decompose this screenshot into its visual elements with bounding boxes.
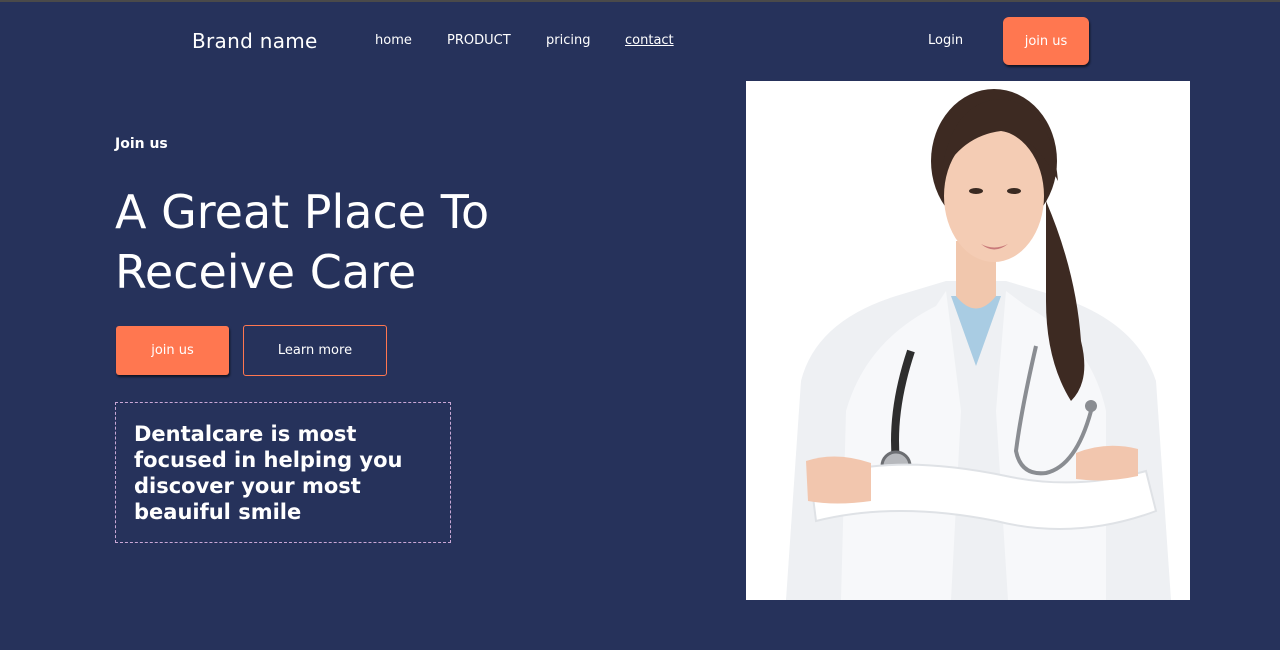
hero-join-button[interactable]: join us — [116, 326, 229, 375]
hero-eyebrow: Join us — [115, 136, 168, 152]
hero-headline-line-2: Receive Care — [115, 245, 417, 299]
doctor-photo — [746, 81, 1190, 600]
nav-link-pricing[interactable]: pricing — [546, 33, 590, 48]
nav-link-contact[interactable]: contact — [625, 33, 674, 48]
learn-more-button[interactable]: Learn more — [243, 325, 387, 376]
brand-logo[interactable]: Brand name — [192, 29, 318, 53]
tagline-box: Dentalcare is most focused in helping yo… — [115, 402, 451, 543]
hero-headline: A Great Place To Receive Care — [115, 182, 595, 302]
header-join-button[interactable]: join us — [1003, 17, 1089, 65]
nav-link-home[interactable]: home — [375, 33, 412, 48]
login-link[interactable]: Login — [928, 33, 963, 48]
tagline-text: Dentalcare is most focused in helping yo… — [134, 422, 403, 524]
nav-link-product[interactable]: PRODUCT — [447, 33, 511, 48]
hero-headline-line-1: A Great Place To — [115, 185, 490, 239]
doctor-illustration — [786, 89, 1171, 600]
top-border — [0, 0, 1280, 2]
